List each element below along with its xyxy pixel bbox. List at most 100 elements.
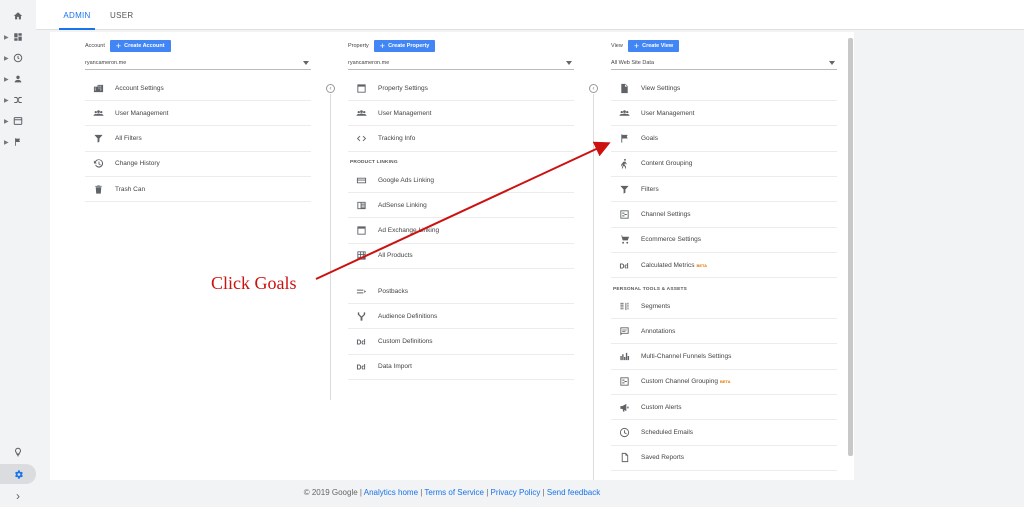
bars-icon <box>617 351 631 363</box>
history-icon <box>91 158 105 170</box>
behavior-nav[interactable]: ▶ <box>0 111 36 131</box>
grid-icon <box>354 250 368 262</box>
account-menu-item-trash-can[interactable]: Trash Can <box>85 177 311 203</box>
menu-item-label: User Management <box>378 109 432 117</box>
property-menu-item-data-import[interactable]: Dd Data Import <box>348 355 574 380</box>
property-menu-item-tracking-info[interactable]: Tracking Info <box>348 127 574 152</box>
beta-badge: BETA <box>719 379 731 385</box>
home-icon[interactable] <box>0 6 36 26</box>
view-select-value: All Web Site Data <box>611 60 655 66</box>
dd-icon: Dd <box>617 259 631 271</box>
menu-item-label: Goals <box>641 135 658 143</box>
property-menu-item-audience-definitions[interactable]: Audience Definitions <box>348 304 574 330</box>
megaphone-icon <box>617 401 631 413</box>
property-menu-item-user-management[interactable]: User Management <box>348 101 574 127</box>
property-menu-item-property-settings[interactable]: Property Settings <box>348 76 574 101</box>
view-header: View + Create View <box>611 40 680 52</box>
account-menu-item-change-history[interactable]: Change History <box>85 152 311 177</box>
view-menu-item-calculated-metrics[interactable]: Dd Calculated Metrics BETA <box>611 253 837 279</box>
plus-icon: + <box>115 40 122 51</box>
segments-icon <box>617 300 631 312</box>
account-menu-item-account-settings[interactable]: Account Settings <box>85 76 311 101</box>
svg-text:Dd: Dd <box>356 365 365 372</box>
footer-link-terms[interactable]: Terms of Service <box>424 488 484 497</box>
menu-item-label: Filters <box>641 185 659 193</box>
property-header: Property + Create Property <box>348 40 436 52</box>
view-menu-item-custom-alerts[interactable]: Custom Alerts <box>611 395 837 421</box>
behavior-icon <box>13 117 23 125</box>
acquisition-icon <box>14 97 22 103</box>
window-icon <box>354 225 368 237</box>
view-menu-item-scheduled-emails[interactable]: Scheduled Emails <box>611 421 837 446</box>
collapse-account-icon[interactable]: ‹ <box>326 84 335 93</box>
filter-icon <box>91 133 105 145</box>
menu-item-label: Custom Definitions <box>378 338 433 346</box>
conversions-nav[interactable]: ▶ <box>0 132 36 152</box>
property-menu-item-all-products[interactable]: All Products <box>348 244 574 269</box>
property-menu-item-custom-definitions[interactable]: Dd Custom Definitions <box>348 330 574 355</box>
section-heading: PRODUCT LINKING <box>350 160 398 165</box>
menu-item-label: View Settings <box>641 84 681 92</box>
customization-nav[interactable]: ▶ <box>0 27 36 47</box>
property-menu-item-ad-exchange-linking[interactable]: Ad Exchange Linking <box>348 219 574 244</box>
view-menu-item-annotations[interactable]: Annotations <box>611 319 837 345</box>
view-menu-item-multi-channel-funnels-settings[interactable]: Multi-Channel Funnels Settings <box>611 345 837 370</box>
view-menu-item-channel-settings[interactable]: Channel Settings <box>611 203 837 228</box>
view-menu-item-segments[interactable]: Segments <box>611 294 837 319</box>
postback-icon <box>354 285 368 297</box>
person-icon <box>14 75 22 83</box>
people-icon <box>354 107 368 119</box>
tab-user[interactable]: USER <box>110 0 133 30</box>
acquisition-nav[interactable]: ▶ <box>0 90 36 110</box>
section-heading: PERSONAL TOOLS & ASSETS <box>613 287 688 292</box>
footer-link-privacy[interactable]: Privacy Policy <box>491 488 541 497</box>
menu-item-label: Trash Can <box>115 185 146 193</box>
account-label: Account <box>85 43 105 49</box>
view-menu-item-ecommerce-settings[interactable]: Ecommerce Settings <box>611 228 837 253</box>
menu-item-label: Custom Alerts <box>641 403 682 411</box>
code-icon <box>354 133 368 145</box>
property-select[interactable]: ryancameron.me <box>348 58 574 70</box>
account-menu-item-all-filters[interactable]: All Filters <box>85 127 311 152</box>
view-menu-item-goals[interactable]: Goals <box>611 127 837 152</box>
book-icon <box>354 199 368 211</box>
lightbulb-icon[interactable] <box>0 442 36 462</box>
view-menu-item-user-management[interactable]: User Management <box>611 101 837 127</box>
top-tab-bar: ADMIN USER <box>36 0 1024 30</box>
view-menu-item-custom-channel-grouping[interactable]: Custom Channel Grouping BETA <box>611 370 837 395</box>
view-select[interactable]: All Web Site Data <box>611 58 837 70</box>
walk-icon <box>617 158 631 170</box>
account-menu-item-user-management[interactable]: User Management <box>85 101 311 127</box>
footer-link-analytics-home[interactable]: Analytics home <box>364 488 418 497</box>
tab-admin[interactable]: ADMIN <box>59 0 95 30</box>
view-menu-item-view-settings[interactable]: View Settings <box>611 76 837 101</box>
property-menu-item-postbacks[interactable]: Postbacks <box>348 279 574 304</box>
create-view-button[interactable]: + Create View <box>627 40 680 52</box>
dropdown-arrow-icon <box>303 61 309 65</box>
menu-item-label: Data Import <box>378 363 412 371</box>
realtime-nav[interactable]: ▶ <box>0 48 36 68</box>
create-account-button[interactable]: + Create Account <box>109 40 171 52</box>
menu-item-label: Multi-Channel Funnels Settings <box>641 353 732 361</box>
admin-gear-icon[interactable] <box>0 464 36 484</box>
collapse-property-icon[interactable]: ‹ <box>589 84 598 93</box>
view-menu-item-saved-reports[interactable]: Saved Reports <box>611 446 837 471</box>
svg-text:Dd: Dd <box>356 339 365 346</box>
view-menu-item-filters[interactable]: Filters <box>611 177 837 203</box>
property-menu-item-adsense-linking[interactable]: AdSense Linking <box>348 193 574 219</box>
footer-link-feedback[interactable]: Send feedback <box>547 488 600 497</box>
scrollbar[interactable] <box>848 38 853 456</box>
beta-badge: BETA <box>696 262 708 268</box>
account-select[interactable]: ryancameron.me <box>85 58 311 70</box>
menu-item-label: User Management <box>641 109 695 117</box>
dashboard-icon <box>14 33 22 41</box>
property-menu-item-google-ads-linking[interactable]: Google Ads Linking <box>348 168 574 193</box>
menu-item-label: Custom Channel Grouping <box>641 378 718 386</box>
menu-item-label: User Management <box>115 109 169 117</box>
create-property-button[interactable]: + Create Property <box>373 40 436 52</box>
view-menu-item-content-grouping[interactable]: Content Grouping <box>611 152 837 177</box>
building-icon <box>91 82 105 94</box>
audience-nav[interactable]: ▶ <box>0 69 36 89</box>
footer: © 2019 Google | Analytics home | Terms o… <box>303 488 601 497</box>
dropdown-arrow-icon <box>829 61 835 65</box>
